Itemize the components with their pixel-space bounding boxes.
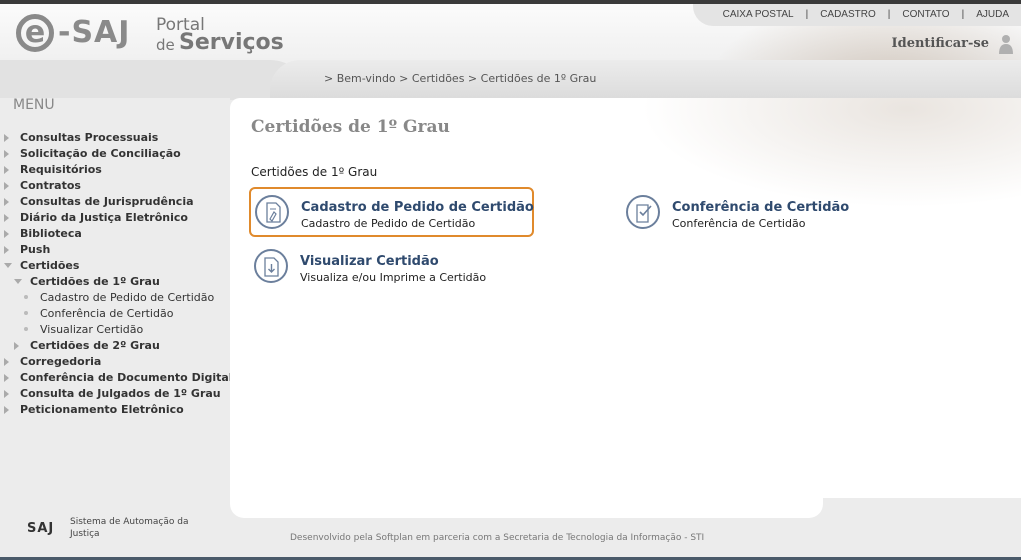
menu-item-label: Visualizar Certidão bbox=[40, 323, 144, 336]
triangle-right-icon bbox=[4, 150, 9, 158]
triangle-right-icon bbox=[4, 182, 9, 190]
bullet-icon bbox=[24, 295, 28, 299]
sidebar-menu: Consultas Processuais Solicitação de Con… bbox=[0, 130, 233, 418]
menu-item-conferencia-documento[interactable]: Conferência de Documento Digital bbox=[0, 370, 233, 386]
menu-item-jurisprudencia[interactable]: Consultas de Jurisprudência bbox=[0, 194, 230, 210]
option-title: Visualizar Certidão bbox=[300, 254, 439, 269]
option-conferencia-certidao[interactable]: Conferência de Certidão Conferência de C… bbox=[622, 189, 902, 239]
triangle-right-icon bbox=[4, 374, 9, 382]
menu-item-label: Solicitação de Conciliação bbox=[20, 147, 181, 160]
menu-item-certidoes[interactable]: Certidões bbox=[0, 258, 230, 274]
menu-item-contratos[interactable]: Contratos bbox=[0, 178, 230, 194]
link-ajuda[interactable]: AJUDA bbox=[976, 9, 1009, 20]
document-stamp-icon bbox=[255, 195, 289, 229]
menu-item-certidoes-2-grau[interactable]: Certidões de 2º Grau bbox=[0, 338, 230, 354]
menu-item-label: Diário da Justiça Eletrônico bbox=[20, 211, 188, 224]
triangle-right-icon bbox=[4, 406, 9, 414]
triangle-right-icon bbox=[4, 214, 9, 222]
menu-item-biblioteca[interactable]: Biblioteca bbox=[0, 226, 230, 242]
logo-e-icon: e bbox=[16, 14, 54, 52]
breadcrumb[interactable]: > Bem-vindo > Certidões > Certidões de 1… bbox=[324, 72, 596, 86]
triangle-right-icon bbox=[4, 230, 9, 238]
menu-item-label: Peticionamento Eletrônico bbox=[20, 403, 184, 416]
logo-saj-text: -SAJ bbox=[58, 15, 131, 50]
footer-developed-by: Desenvolvido pela Softplan em parceria c… bbox=[290, 533, 705, 543]
document-download-icon bbox=[254, 249, 288, 283]
menu-item-consulta-julgados[interactable]: Consulta de Julgados de 1º Grau bbox=[0, 386, 230, 402]
menu-title: MENU bbox=[13, 97, 55, 113]
menu-item-conferencia-certidao[interactable]: Conferência de Certidão bbox=[0, 306, 230, 322]
separator: | bbox=[887, 9, 891, 20]
menu-item-requisitorios[interactable]: Requisitórios bbox=[0, 162, 230, 178]
link-cadastro[interactable]: CADASTRO bbox=[820, 9, 876, 20]
footer-saj-logo: SAJ bbox=[27, 521, 55, 536]
triangle-down-icon bbox=[14, 279, 22, 284]
menu-item-label: Certidões de 1º Grau bbox=[30, 275, 160, 288]
separator: | bbox=[961, 9, 965, 20]
header-curve bbox=[0, 60, 310, 100]
bullet-icon bbox=[24, 311, 28, 315]
bullet-icon bbox=[24, 327, 28, 331]
option-cadastro-pedido[interactable]: Cadastro de Pedido de Certidão Cadastro … bbox=[249, 187, 534, 237]
menu-item-label: Certidões bbox=[20, 259, 80, 272]
menu-item-corregedoria[interactable]: Corregedoria bbox=[0, 354, 230, 370]
menu-item-push[interactable]: Push bbox=[0, 242, 230, 258]
triangle-down-icon bbox=[4, 263, 12, 268]
option-title: Cadastro de Pedido de Certidão bbox=[301, 200, 534, 215]
menu-item-label: Consultas Processuais bbox=[20, 131, 159, 144]
menu-item-label: Consultas de Jurisprudência bbox=[20, 195, 194, 208]
menu-item-label: Corregedoria bbox=[20, 355, 102, 368]
triangle-right-icon bbox=[4, 390, 9, 398]
menu-item-visualizar-certidao[interactable]: Visualizar Certidão bbox=[0, 322, 230, 338]
triangle-right-icon bbox=[4, 166, 9, 174]
menu-item-label: Contratos bbox=[20, 179, 81, 192]
menu-item-label: Certidões de 2º Grau bbox=[30, 339, 160, 352]
document-check-icon bbox=[626, 195, 660, 229]
menu-item-label: Conferência de Documento Digital bbox=[20, 371, 233, 384]
menu-item-label: Cadastro de Pedido de Certidão bbox=[40, 291, 215, 304]
menu-item-solicitacao-conciliacao[interactable]: Solicitação de Conciliação bbox=[0, 146, 230, 162]
menu-item-label: Push bbox=[20, 243, 51, 256]
option-visualizar-certidao[interactable]: Visualizar Certidão Visualiza e/ou Impri… bbox=[250, 243, 530, 293]
top-links: CAIXA POSTAL | CADASTRO | CONTATO | AJUDA bbox=[692, 4, 1021, 26]
section-label: Certidões de 1º Grau bbox=[251, 165, 378, 179]
option-subtitle: Visualiza e/ou Imprime a Certidão bbox=[300, 271, 487, 284]
menu-item-label: Conferência de Certidão bbox=[40, 307, 174, 320]
option-title: Conferência de Certidão bbox=[672, 200, 850, 215]
menu-item-label: Consulta de Julgados de 1º Grau bbox=[20, 387, 221, 400]
identify-link[interactable]: Identificar-se bbox=[892, 36, 989, 52]
page-title: Certidões de 1º Grau bbox=[251, 117, 450, 137]
triangle-right-icon bbox=[4, 198, 9, 206]
separator: | bbox=[805, 9, 809, 20]
triangle-right-icon bbox=[14, 342, 19, 350]
link-contato[interactable]: CONTATO bbox=[902, 9, 949, 20]
menu-item-cadastro-pedido[interactable]: Cadastro de Pedido de Certidão bbox=[0, 290, 230, 306]
menu-item-diario-justica[interactable]: Diário da Justiça Eletrônico bbox=[0, 210, 230, 226]
triangle-right-icon bbox=[4, 246, 9, 254]
menu-item-label: Requisitórios bbox=[20, 163, 102, 176]
option-subtitle: Cadastro de Pedido de Certidão bbox=[301, 217, 476, 230]
triangle-right-icon bbox=[4, 134, 9, 142]
menu-item-consultas-processuais[interactable]: Consultas Processuais bbox=[0, 130, 230, 146]
footer-system-name: Sistema de Automação da Justiça bbox=[70, 517, 189, 539]
person-icon[interactable] bbox=[997, 34, 1015, 54]
link-caixa-postal[interactable]: CAIXA POSTAL bbox=[723, 9, 794, 20]
logo-de-text: de bbox=[156, 36, 175, 54]
menu-item-label: Biblioteca bbox=[20, 227, 82, 240]
menu-item-certidoes-1-grau[interactable]: Certidões de 1º Grau bbox=[0, 274, 230, 290]
triangle-right-icon bbox=[4, 358, 9, 366]
menu-item-peticionamento[interactable]: Peticionamento Eletrônico bbox=[0, 402, 230, 418]
logo-servicos-text: Serviços bbox=[179, 30, 284, 55]
option-subtitle: Conferência de Certidão bbox=[672, 217, 806, 230]
